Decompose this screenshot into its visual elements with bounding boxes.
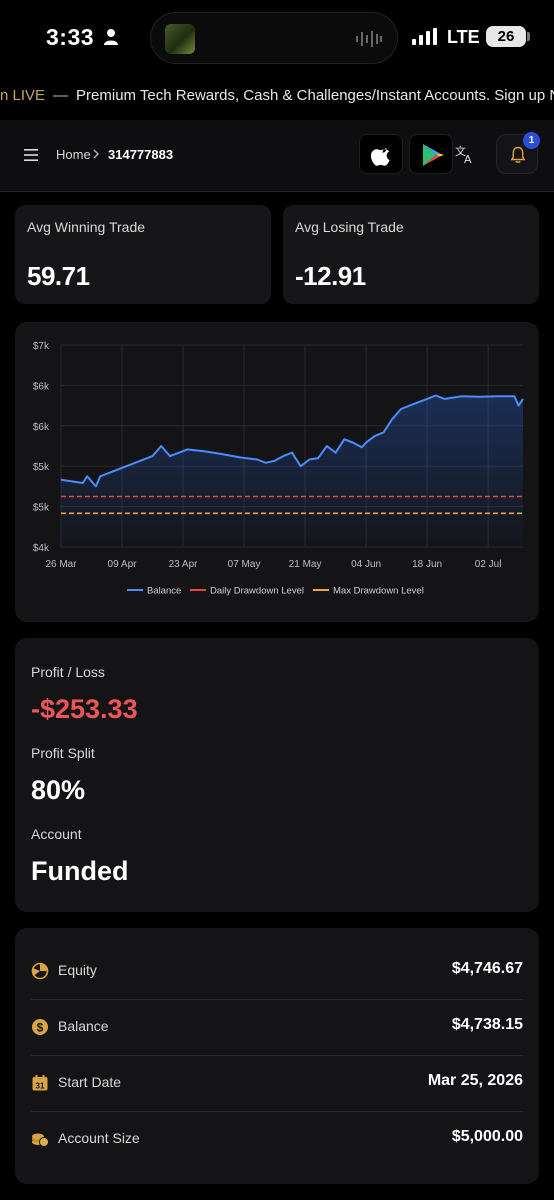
- avg-winning-trade-label: Avg Winning Trade: [27, 219, 146, 235]
- y-tick-label: $7k: [33, 341, 50, 352]
- top-header: Home 314777883 文 A: [0, 120, 554, 192]
- app-store-button[interactable]: [359, 134, 403, 174]
- y-tick-label: $6k: [33, 422, 50, 433]
- detail-row-start-date: 31 Start Date Mar 25, 2026: [31, 1056, 523, 1112]
- account-type-value: Funded: [31, 856, 129, 886]
- translate-icon[interactable]: 文 A: [455, 144, 475, 164]
- y-tick-label: $6k: [33, 381, 50, 392]
- profit-split-value: 80%: [31, 775, 86, 805]
- y-tick-label: $4k: [33, 543, 50, 554]
- detail-value: $5,000.00: [451, 1128, 523, 1145]
- legend-daily-drawdown-label: Daily Drawdown Level: [210, 586, 304, 597]
- now-playing-artwork: [165, 24, 195, 54]
- ticker-message: Premium Tech Rewards, Cash & Challenges/…: [76, 87, 554, 104]
- account-details-card: Equity $4,746.67 $ Balance $4,738.15 31 …: [15, 928, 539, 1184]
- x-tick-label: 18 Jun: [412, 559, 442, 570]
- svg-text:$: $: [37, 1021, 44, 1035]
- apple-icon: [370, 148, 390, 166]
- account-type-label: Account: [31, 826, 82, 842]
- legend-max-drawdown-label: Max Drawdown Level: [333, 586, 424, 597]
- y-tick-label: $5k: [33, 462, 50, 473]
- battery-icon: 26: [486, 26, 526, 47]
- hamburger-menu-icon[interactable]: [24, 149, 38, 161]
- balance-chart[interactable]: $7k $6k $6k $5k $5k $4k 26 Mar 09 Apr 23 Apr 07 M…: [15, 322, 539, 622]
- profit-loss-value: -$253.33: [31, 694, 138, 724]
- detail-label: Balance: [58, 1018, 109, 1034]
- detail-label: Account Size: [58, 1130, 140, 1146]
- status-time: 3:33: [46, 24, 95, 50]
- legend-balance-label: Balance: [147, 586, 181, 597]
- detail-label: Start Date: [58, 1074, 122, 1090]
- detail-row-account-size: Account Size $5,000.00: [31, 1112, 523, 1168]
- announcement-ticker[interactable]: n LIVE — Premium Tech Rewards, Cash & Chal…: [0, 82, 554, 110]
- person-icon: [104, 29, 118, 45]
- network-type: LTE: [447, 27, 480, 47]
- ticker-separator: —: [53, 87, 69, 104]
- battery-cap: [527, 32, 530, 41]
- google-play-button[interactable]: [409, 134, 453, 174]
- notification-count-badge: 1: [523, 132, 540, 149]
- ticker-live-text: n LIVE: [0, 87, 46, 104]
- dynamic-island[interactable]: [150, 12, 398, 64]
- x-tick-label: 04 Jun: [351, 559, 381, 570]
- chevron-right-icon: [93, 149, 100, 159]
- avg-losing-trade-label: Avg Losing Trade: [295, 219, 404, 235]
- signal-icon: [412, 28, 437, 45]
- x-tick-label: 21 May: [289, 559, 322, 570]
- svg-text:A: A: [464, 153, 472, 164]
- dollar-coin-icon: $: [32, 1019, 48, 1035]
- svg-text:31: 31: [36, 1082, 45, 1091]
- detail-label: Equity: [58, 962, 97, 978]
- avg-winning-trade-value: 59.71: [27, 261, 90, 291]
- status-bar: 3:33 LTE 26: [0, 0, 554, 76]
- detail-value: $4,746.67: [451, 960, 523, 977]
- calendar-icon: 31: [32, 1075, 48, 1091]
- x-tick-label: 07 May: [228, 559, 261, 570]
- x-tick-label: 23 Apr: [169, 559, 199, 570]
- avg-winning-trade-card: Avg Winning Trade 59.71: [15, 205, 271, 304]
- x-tick-label: 26 Mar: [45, 559, 77, 570]
- detail-value: $4,738.15: [451, 1016, 523, 1033]
- breadcrumb-home[interactable]: Home: [56, 147, 91, 162]
- y-tick-label: $5k: [33, 503, 50, 514]
- coins-stack-icon: [32, 1133, 49, 1147]
- profit-loss-label: Profit / Loss: [31, 664, 105, 680]
- x-tick-label: 02 Jul: [475, 559, 502, 570]
- x-tick-label: 09 Apr: [108, 559, 138, 570]
- avg-losing-trade-value: -12.91: [295, 261, 366, 291]
- detail-value: Mar 25, 2026: [427, 1072, 523, 1089]
- audio-wave-icon: [356, 31, 382, 47]
- detail-row-balance: $ Balance $4,738.15: [31, 1000, 523, 1056]
- profit-summary-card: Profit / Loss -$253.33 Profit Split 80% …: [15, 638, 539, 912]
- equity-pie-icon: [31, 962, 49, 980]
- balance-area: [61, 395, 523, 547]
- breadcrumb-account-id: 314777883: [108, 147, 174, 162]
- profit-split-label: Profit Split: [31, 745, 95, 761]
- bell-icon: [510, 146, 526, 163]
- balance-chart-card: $7k $6k $6k $5k $5k $4k 26 Mar 09 Apr 23 Apr 07 M…: [15, 322, 539, 622]
- google-play-icon: [423, 144, 444, 166]
- avg-losing-trade-card: Avg Losing Trade -12.91: [283, 205, 539, 304]
- detail-row-equity: Equity $4,746.67: [31, 944, 523, 1000]
